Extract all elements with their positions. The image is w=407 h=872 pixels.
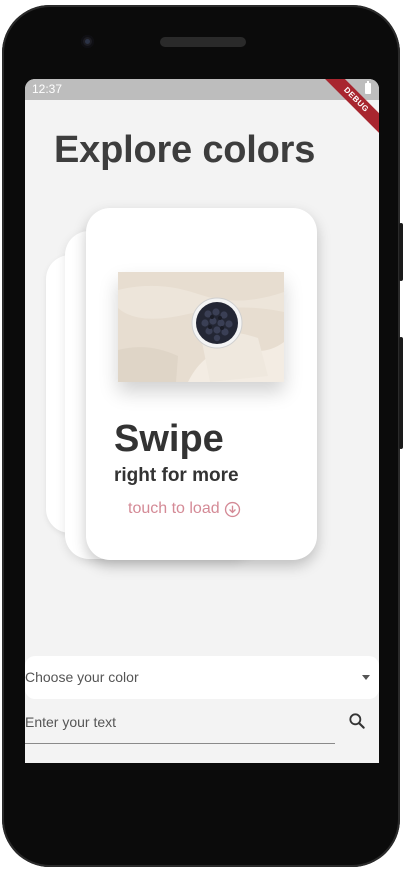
download-circle-icon [224, 501, 240, 517]
color-card[interactable]: Swipe right for more touch to load [86, 208, 317, 560]
touch-to-load-label: touch to load [128, 500, 220, 517]
power-button [399, 223, 403, 281]
phone-frame: 12:37 DEBUG Explore colors Swipe right f… [2, 5, 403, 867]
front-camera [81, 35, 94, 48]
card-image [118, 272, 284, 382]
card-headline: Swipe [114, 418, 224, 460]
blueberries-bowl-photo [118, 272, 284, 382]
touch-to-load-button[interactable]: touch to load [128, 500, 241, 518]
text-field[interactable] [25, 703, 335, 744]
text-input[interactable] [25, 709, 325, 735]
earpiece-speaker [160, 37, 246, 47]
status-bar: 12:37 [25, 79, 379, 100]
search-icon[interactable] [347, 711, 367, 731]
color-dropdown-label: Choose your color [25, 669, 139, 685]
volume-button [399, 337, 403, 449]
status-time: 12:37 [32, 82, 63, 96]
chevron-down-icon[interactable] [362, 675, 370, 680]
color-dropdown[interactable]: Choose your color [25, 656, 379, 699]
app-screen: 12:37 DEBUG Explore colors Swipe right f… [25, 79, 379, 763]
battery-icon [365, 81, 371, 94]
page-title: Explore colors [54, 129, 316, 171]
card-subline: right for more [114, 465, 239, 486]
